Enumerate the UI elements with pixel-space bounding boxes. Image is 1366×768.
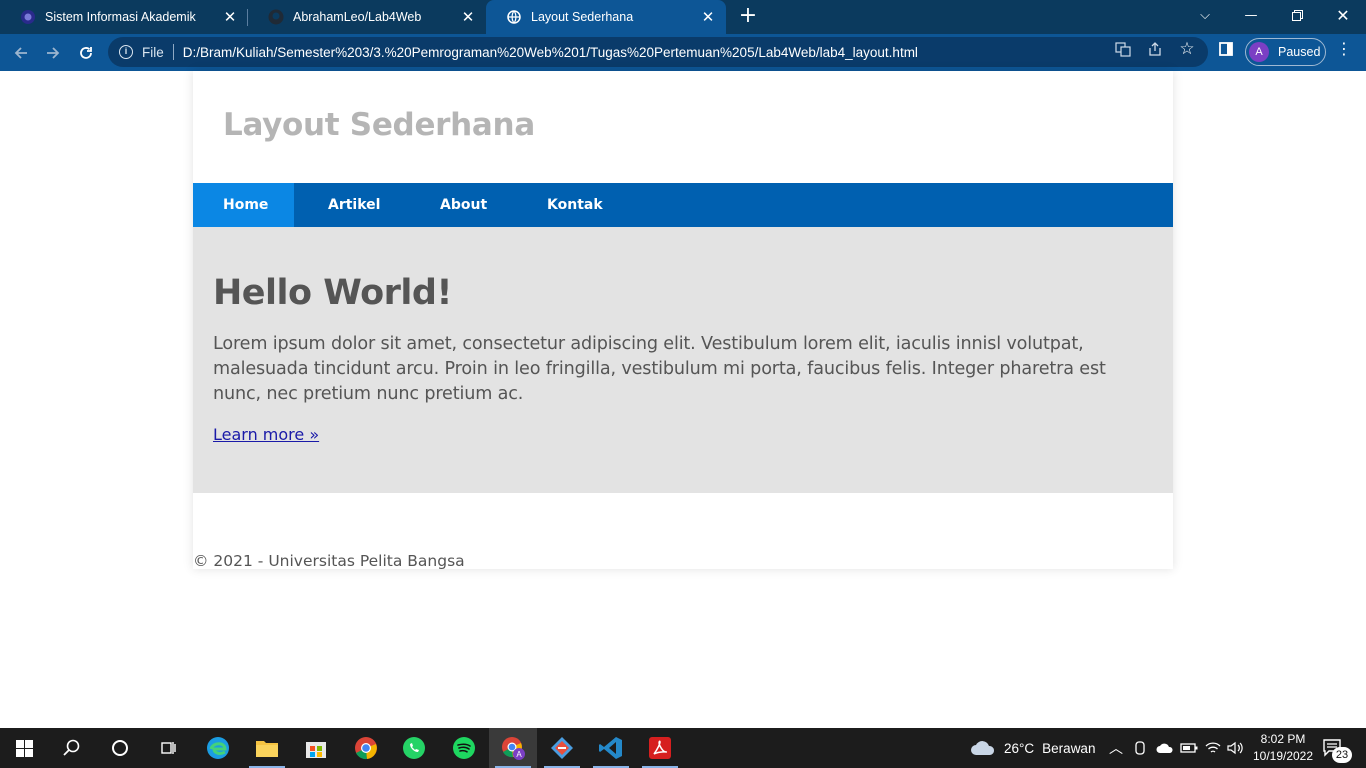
share-icon[interactable] (1147, 41, 1163, 57)
weather-condition: Berawan (1042, 740, 1096, 756)
edge-icon[interactable] (194, 728, 242, 768)
close-icon[interactable]: ✕ (460, 9, 476, 26)
chrome-profile-icon[interactable]: A (489, 728, 537, 768)
nav-item-about[interactable]: About (404, 183, 513, 227)
minimize-button[interactable]: — (1228, 0, 1274, 30)
chevron-up-icon[interactable]: ︿ (1109, 728, 1123, 768)
side-panel-icon[interactable] (1218, 41, 1234, 57)
address-bar[interactable]: i File D:/Bram/Kuliah/Semester%203/3.%20… (108, 37, 1208, 67)
nav-item-artikel[interactable]: Artikel (294, 183, 404, 227)
page-container: Layout Sederhana Home Artikel About Kont… (193, 71, 1173, 570)
new-tab-button[interactable]: + (736, 5, 760, 29)
spotify-icon[interactable] (440, 728, 488, 768)
tab-sistem-informasi-akademik[interactable]: Sistem Informasi Akademik ✕ (0, 0, 248, 34)
close-icon[interactable]: ✕ (700, 9, 716, 26)
nav-item-home[interactable]: Home (193, 183, 294, 227)
tab-title: AbrahamLeo/Lab4Web (293, 10, 422, 24)
cloud-icon (971, 741, 995, 755)
github-icon (268, 9, 284, 25)
restore-button[interactable] (1274, 0, 1320, 30)
tab-title: Sistem Informasi Akademik (45, 10, 196, 24)
clock-date: 10/19/2022 (1252, 749, 1314, 763)
system-clock[interactable]: 8:02 PM 10/19/2022 (1248, 731, 1318, 765)
clock-time: 8:02 PM (1260, 732, 1306, 746)
page-viewport: Layout Sederhana Home Artikel About Kont… (0, 71, 1366, 728)
wifi-icon[interactable] (1205, 728, 1221, 768)
vscode-icon[interactable] (587, 728, 635, 768)
close-window-button[interactable]: ✕ (1320, 0, 1366, 30)
profile-button[interactable]: A Paused (1245, 38, 1326, 66)
file-explorer-icon[interactable] (243, 728, 291, 768)
tab-layout-sederhana[interactable]: Layout Sederhana ✕ (486, 0, 726, 34)
hero-body-text: Lorem ipsum dolor sit amet, consectetur … (213, 334, 1106, 404)
hero-heading: Hello World! (213, 273, 452, 313)
notification-center-icon[interactable]: 23 (1322, 728, 1352, 768)
tab-github-lab4web[interactable]: AbrahamLeo/Lab4Web ✕ (248, 0, 486, 34)
address-divider (172, 44, 174, 60)
footer-copyright: © 2021 - Universitas Pelita Bangsa (193, 552, 465, 570)
volume-icon[interactable] (1227, 728, 1243, 768)
weather-widget[interactable]: 26°C Berawan (970, 728, 1095, 768)
cortana-icon[interactable] (96, 728, 144, 768)
onedrive-icon[interactable] (1156, 728, 1174, 768)
acrobat-icon[interactable] (636, 728, 684, 768)
site-title: Layout Sederhana (223, 107, 535, 143)
nav-item-kontak[interactable]: Kontak (513, 183, 633, 227)
browser-tab-strip: Sistem Informasi Akademik ✕ AbrahamLeo/L… (0, 0, 1366, 34)
start-icon[interactable] (0, 728, 48, 768)
university-logo-icon (20, 9, 36, 25)
search-icon[interactable] (48, 728, 96, 768)
back-arrow-icon[interactable] (8, 40, 34, 66)
weather-temp: 26°C (1004, 740, 1035, 756)
hero-section: Hello World! Lorem ipsum dolor sit amet,… (193, 227, 1173, 493)
windows-taskbar: A 26°C Berawan ︿ 8:02 PM 10/19/2022 23 (0, 728, 1366, 768)
translate-icon[interactable] (1115, 41, 1131, 57)
avatar: A (1249, 42, 1269, 62)
svg-text:A: A (516, 750, 522, 759)
battery-icon[interactable] (1180, 728, 1198, 768)
menu-kebab-icon[interactable]: ⋮ (1336, 41, 1352, 57)
globe-icon (506, 9, 522, 25)
info-icon[interactable]: i (119, 45, 133, 59)
close-icon[interactable]: ✕ (222, 9, 238, 26)
git-icon[interactable] (538, 728, 586, 768)
whatsapp-icon[interactable] (390, 728, 438, 768)
bookmark-star-icon[interactable]: ☆ (1179, 41, 1195, 58)
notification-count-badge: 23 (1332, 747, 1352, 763)
store-icon[interactable] (292, 728, 340, 768)
profile-status: Paused (1278, 45, 1321, 59)
task-view-icon[interactable] (144, 728, 192, 768)
meet-now-icon[interactable] (1134, 728, 1148, 768)
url-text[interactable]: D:/Bram/Kuliah/Semester%203/3.%20Pemrogr… (183, 45, 918, 60)
chrome-icon[interactable] (342, 728, 390, 768)
scheme-label: File (142, 44, 164, 60)
browser-toolbar: i File D:/Bram/Kuliah/Semester%203/3.%20… (0, 34, 1366, 71)
learn-more-link[interactable]: Learn more » (213, 425, 319, 444)
reload-icon[interactable] (73, 40, 99, 66)
tab-title: Layout Sederhana (531, 10, 634, 24)
tab-search-chevron-down-icon[interactable]: ⌵ (1182, 0, 1228, 30)
main-nav: Home Artikel About Kontak (193, 183, 1173, 227)
forward-arrow-icon[interactable] (40, 40, 66, 66)
